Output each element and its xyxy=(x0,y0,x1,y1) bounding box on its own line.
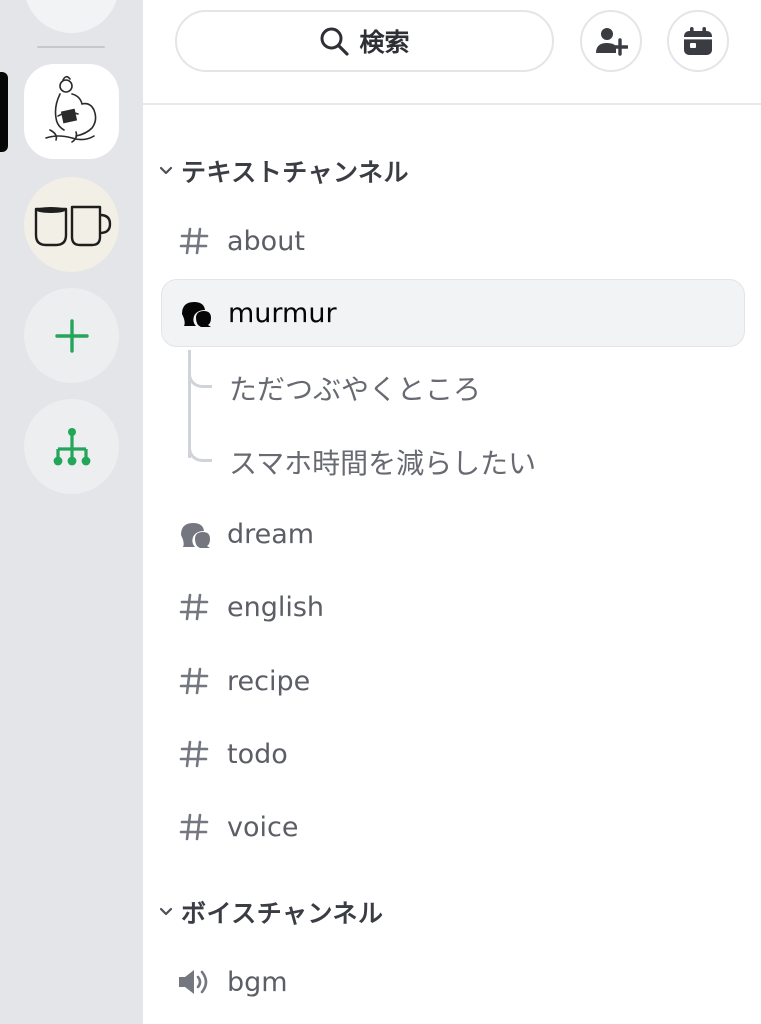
channel-murmur[interactable]: murmur xyxy=(161,279,745,347)
hub-icon xyxy=(53,427,90,465)
channel-about[interactable]: about xyxy=(161,207,745,275)
channel-name: dream xyxy=(227,518,315,550)
hashtag-icon xyxy=(161,666,227,696)
channel-name: voice xyxy=(227,811,299,843)
channel-voice[interactable]: voice xyxy=(161,793,745,861)
chevron-down-icon xyxy=(153,907,179,917)
thread-spine xyxy=(188,350,191,458)
channel-english[interactable]: english xyxy=(161,573,745,641)
add-server-button[interactable] xyxy=(24,288,119,383)
plus-icon xyxy=(54,318,89,353)
speaker-icon xyxy=(161,967,227,997)
calendar-icon xyxy=(684,27,712,55)
reading-person-icon xyxy=(44,75,96,143)
hashtag-icon xyxy=(161,812,227,842)
discord-app: 検索 テキストチャンネル about murmur ただつぶやくところ スマホ時… xyxy=(0,0,761,1024)
explore-servers-button[interactable] xyxy=(24,399,119,494)
channel-name: english xyxy=(227,591,325,623)
channel-bgm[interactable]: bgm xyxy=(161,948,745,1016)
category-label: ボイスチャンネル xyxy=(181,899,384,928)
server-icon-partial[interactable] xyxy=(24,0,119,33)
channel-name: murmur xyxy=(228,297,337,329)
server-reading-person[interactable] xyxy=(24,64,119,159)
thread-connector xyxy=(188,444,212,462)
category-text-channels[interactable]: テキストチャンネル xyxy=(153,151,409,191)
selected-server-indicator xyxy=(0,72,8,152)
search-button[interactable]: 検索 xyxy=(175,10,554,72)
invite-members-button[interactable] xyxy=(580,10,642,72)
hashtag-icon xyxy=(161,226,227,256)
forum-icon xyxy=(161,519,227,549)
channel-todo[interactable]: todo xyxy=(161,720,745,788)
channel-name: bgm xyxy=(227,966,288,998)
events-button[interactable] xyxy=(667,10,729,72)
category-label: テキストチャンネル xyxy=(181,158,410,187)
add-member-icon xyxy=(596,28,628,56)
server-coffee-mugs[interactable] xyxy=(24,177,119,272)
search-label: 検索 xyxy=(359,28,410,57)
category-voice-channels[interactable]: ボイスチャンネル xyxy=(153,892,384,932)
channel-name: about xyxy=(227,225,305,257)
thread-item[interactable]: スマホ時間を減らしたい xyxy=(229,431,536,493)
channel-recipe[interactable]: recipe xyxy=(161,647,745,715)
channel-dream[interactable]: dream xyxy=(161,500,745,568)
hashtag-icon xyxy=(161,739,227,769)
coffee-mugs-icon xyxy=(34,205,111,246)
thread-connector xyxy=(188,370,212,388)
rail-divider xyxy=(37,46,105,48)
channel-name: todo xyxy=(227,738,288,770)
server-rail xyxy=(0,0,143,1024)
search-icon xyxy=(320,27,350,56)
hashtag-icon xyxy=(161,592,227,622)
forum-icon xyxy=(162,298,228,328)
channel-header: 検索 xyxy=(143,0,761,105)
channel-name: recipe xyxy=(227,665,311,697)
thread-item[interactable]: ただつぶやくところ xyxy=(229,357,481,419)
chevron-down-icon xyxy=(153,166,179,176)
channel-list-panel: 検索 テキストチャンネル about murmur ただつぶやくところ スマホ時… xyxy=(143,0,761,1024)
